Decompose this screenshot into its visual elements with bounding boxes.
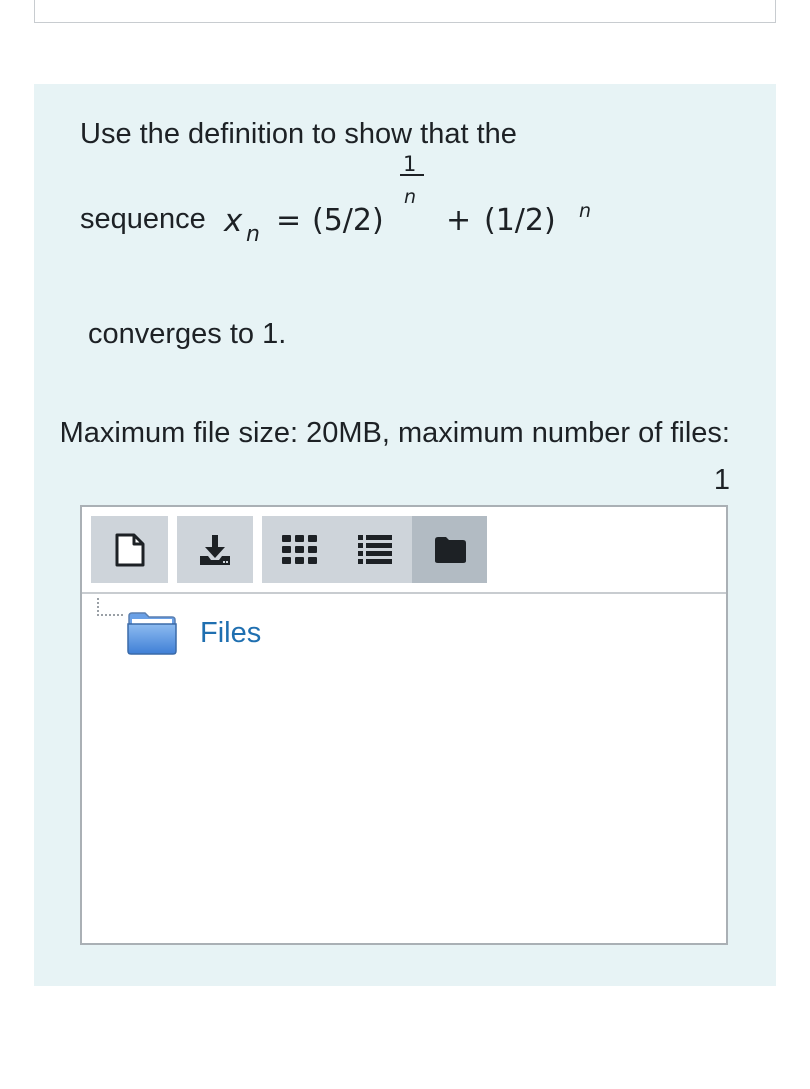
file-tree-area: Files [82,594,726,943]
blue-folder-icon [127,612,177,655]
formula-subscript: n [246,222,260,247]
file-icon [115,533,144,566]
formula-equals: = [276,203,302,238]
tree-folder-files[interactable]: Files [126,610,261,656]
question-text-intro: Use the definition to show that the [80,118,517,150]
formula-fraction-denominator: n [404,186,417,208]
previous-answer-box [34,0,776,23]
question-sequence-line: sequence x n = (5/2) 1 n + (1/2) n [80,152,591,247]
grid-icon [281,534,317,564]
formula-term1: (5/2) [312,203,384,238]
file-manager: Files [80,505,728,945]
formula-term2: (1/2) [484,203,556,238]
formula-plus: + [446,203,472,238]
formula-fraction-bar [400,174,424,176]
view-icons-button[interactable] [262,516,337,583]
folder-icon [434,536,466,563]
tree-connector [97,598,123,616]
add-file-button[interactable] [91,516,168,583]
file-manager-toolbar [82,507,726,594]
question-panel: Use the definition to show that the sequ… [34,84,776,986]
view-tree-button[interactable] [412,516,487,583]
file-limits-text: Maximum file size: 20MB, maximum number … [59,417,730,496]
download-all-button[interactable] [177,516,253,583]
formula-var: x [224,203,243,239]
list-icon [357,534,392,564]
view-switcher [262,516,487,583]
formula-exponent: n [579,200,592,222]
question-text-conclusion: converges to 1. [88,318,287,350]
view-list-button[interactable] [337,516,412,583]
folder-label-files[interactable]: Files [200,617,261,650]
download-icon [200,534,230,565]
sequence-word: sequence [80,203,206,235]
